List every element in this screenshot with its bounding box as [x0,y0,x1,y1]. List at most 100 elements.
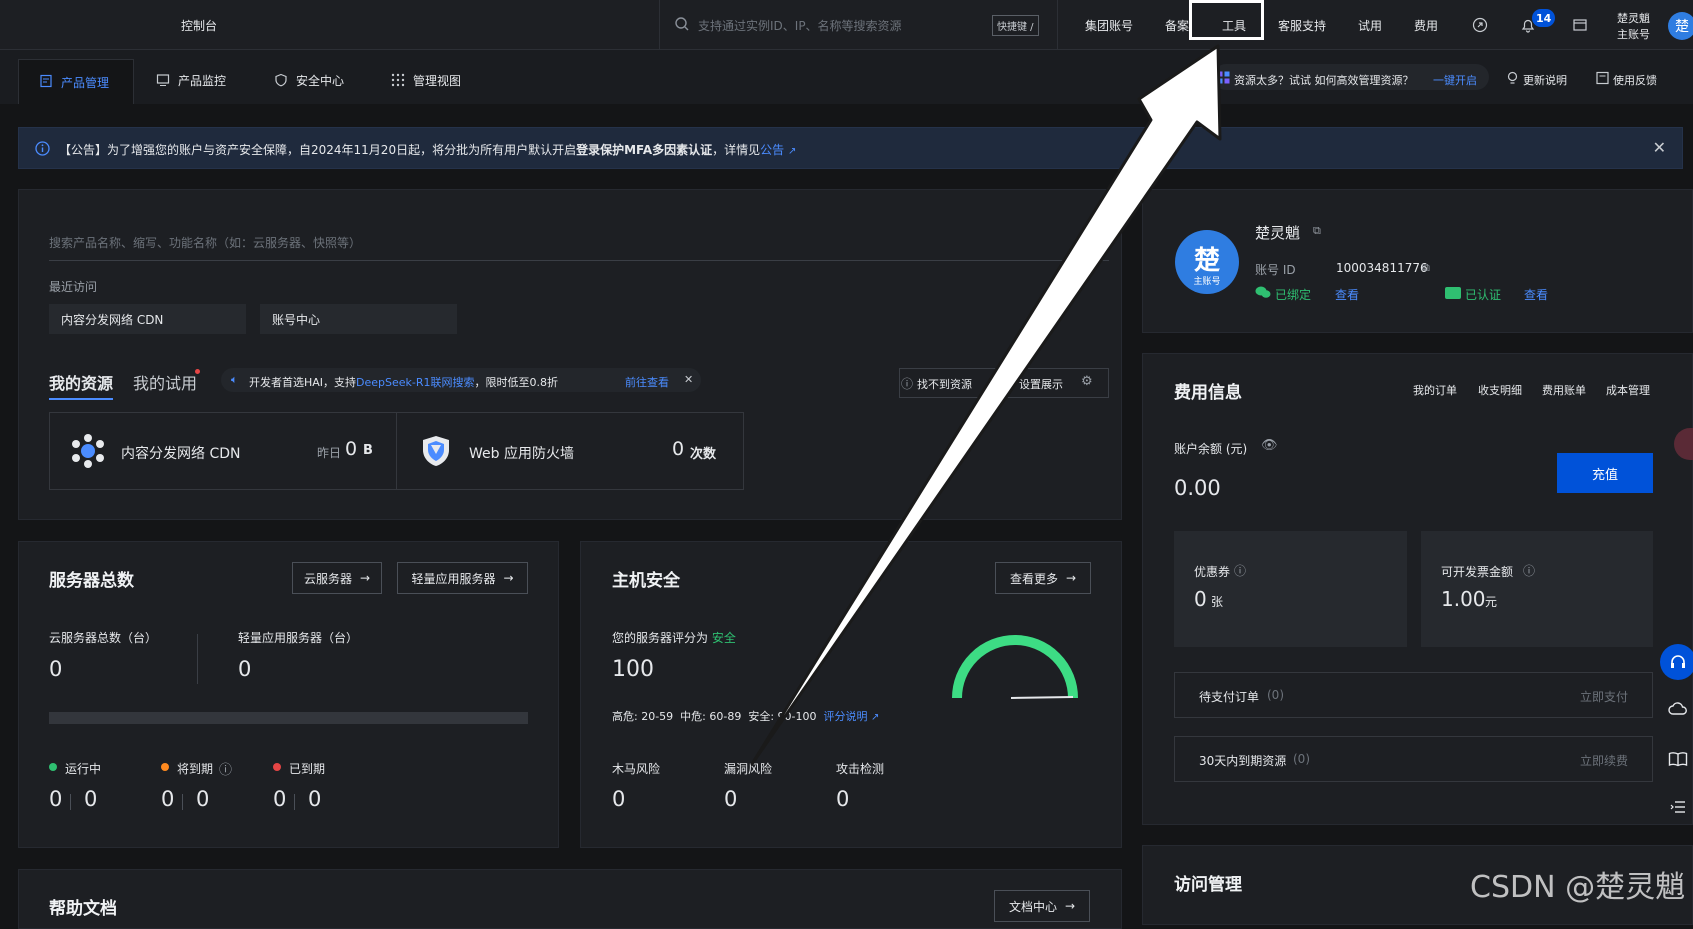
tab-security-center[interactable]: 安全中心 [296,72,344,89]
wechat-view-link[interactable]: 查看 [1335,286,1359,303]
tab-management-view[interactable]: 管理视图 [413,72,461,89]
nav-group-account[interactable]: 集团账号 [1085,17,1133,34]
cost-management-link[interactable]: 成本管理 [1606,382,1650,398]
view-more-button[interactable]: 查看更多 → [995,562,1091,594]
status-dot [49,763,57,771]
status-dot [161,763,169,771]
section-title: 访问管理 [1174,875,1242,895]
account-id-value: 100034811776 [1336,261,1428,275]
message-icon[interactable] [1572,17,1588,33]
renew-now-link[interactable]: 立即续费 [1580,752,1628,769]
bills-link[interactable]: 费用账单 [1542,382,1586,398]
global-search-input[interactable]: 支持通过实例ID、IP、名称等搜索资源 [698,17,902,34]
close-icon[interactable]: ✕ [1077,276,1087,290]
avatar[interactable]: 楚 [1668,12,1693,40]
cvm-count-label: 云服务器总数（台） [49,631,158,645]
recent-item[interactable]: 账号中心 [260,304,457,334]
close-icon[interactable]: ✕ [684,373,693,386]
feedback-link[interactable]: 使用反馈 [1613,72,1657,88]
coupon-card[interactable]: 优惠券 ⓘ 0 张 [1174,531,1407,647]
score-gauge [949,626,1081,706]
headset-icon[interactable] [1660,644,1693,680]
nav-trial[interactable]: 试用 [1358,17,1382,34]
doc-center-button[interactable]: 文档中心 → [994,890,1090,922]
copy-icon[interactable]: ⧉ [1313,224,1321,238]
not-found-link[interactable]: 找不到资源 [917,376,972,392]
nav-filing[interactable]: 备案 [1165,17,1189,34]
resource-card-name: 内容分发网络 CDN [121,446,241,462]
book-icon[interactable] [1668,751,1688,767]
avatar: 楚 主账号 [1175,230,1239,294]
nav-support[interactable]: 客服支持 [1278,17,1326,34]
help-circle-icon[interactable]: ⓘ [1523,562,1535,579]
score-help-link[interactable]: 评分说明 [823,710,867,723]
my-orders-link[interactable]: 我的订单 [1413,382,1457,398]
id-card-icon [1445,287,1461,299]
invoice-unit: 元 [1485,595,1498,609]
gear-icon[interactable]: ⚙ [1081,374,1093,389]
pay-now-link[interactable]: 立即支付 [1580,688,1628,705]
user-name[interactable]: 楚灵魈 [1617,10,1650,26]
shortcut-badge: 快捷键 / [992,15,1039,36]
risk-label: 漏洞风险 [724,762,773,776]
verified-view-link[interactable]: 查看 [1524,286,1548,303]
tab-product-monitor[interactable]: 产品监控 [178,72,226,89]
monitor-icon [156,73,170,87]
cvm-button[interactable]: 云服务器 → [292,562,382,594]
user-role: 主账号 [1617,28,1650,41]
nav-billing[interactable]: 费用 [1414,17,1438,34]
hai-promo-suffix: ，限时低至0.8折 [474,376,559,389]
copy-icon[interactable]: ⧉ [1422,261,1430,275]
resource-card-cdn[interactable]: 内容分发网络 CDN 昨日 0 B [49,412,397,490]
console-title[interactable]: 控制台 [181,17,217,34]
divider [182,794,183,810]
recent-item-label: 账号中心 [272,312,321,327]
tab-my-resources[interactable]: 我的资源 [49,370,113,394]
expiring-resources-row[interactable]: 30天内到期资源 (0) 立即续费 [1174,736,1653,782]
hai-promo-link[interactable]: 前往查看 [625,374,669,390]
view-more-label: 查看更多 [1009,571,1058,586]
invoice-card[interactable]: 可开发票金额 ⓘ 1.00 元 [1421,531,1653,647]
cvm-count-value: 0 [49,657,63,681]
recharge-button[interactable]: 充值 [1557,453,1653,493]
transactions-link[interactable]: 收支明细 [1478,382,1522,398]
eye-icon[interactable]: 👁︎ [1261,438,1278,453]
close-icon[interactable]: ✕ [1653,138,1666,157]
coupon-label: 优惠券 [1194,565,1231,579]
arrow-right-icon: → [1064,899,1076,913]
arrow-right-icon: → [359,571,371,585]
section-title: 主机安全 [612,571,680,591]
nav-tools[interactable]: 工具 [1222,17,1246,34]
products-panel: 搜索产品名称、缩写、功能名称（如：云服务器、快照等） ✕ 最近访问 内容分发网络… [18,189,1122,520]
servers-panel: 服务器总数 云服务器 → 轻量应用服务器 → 云服务器总数（台） 0 轻量应用服务器… [18,541,559,848]
external-link-icon: ↗ [870,712,880,723]
hai-promo-text: 开发者首选HAI，支持DeepSeek-R1联网搜索，限时低至0.8折 [249,374,558,390]
promo-enable-link[interactable]: 一键开启 [1433,72,1477,88]
display-settings-link[interactable]: 设置展示 [1019,376,1063,392]
verified-status: 已认证 [1465,288,1502,302]
shield-icon [274,73,288,87]
pending-orders-row[interactable]: 待支付订单 (0) 立即支付 [1174,672,1653,718]
announcement-link[interactable]: 公告 [760,143,784,157]
coupon-value: 0 [1194,587,1207,611]
announcement-banner: 【公告】为了增强您的账户与资产安全保障，自2024年11月20日起，将分批为所有… [18,127,1683,169]
lighthouse-button[interactable]: 轻量应用服务器 → [397,562,528,594]
recent-item[interactable]: 内容分发网络 CDN [49,304,246,334]
resource-card-value: 0 [672,438,685,460]
notification-badge: 14 [1532,9,1556,27]
recharge-label: 充值 [1591,467,1618,483]
help-circle-icon[interactable]: ⓘ [1234,562,1246,579]
tab-product-management[interactable]: 产品管理 [18,59,134,104]
info-icon [35,141,50,156]
waf-shield-icon [419,434,453,468]
updates-link[interactable]: 更新说明 [1523,72,1567,88]
menu-collapse-icon[interactable] [1670,800,1686,814]
help-circle-icon[interactable]: ⓘ [219,759,232,778]
product-search-input[interactable]: 搜索产品名称、缩写、功能名称（如：云服务器、快照等） [49,234,361,251]
tab-my-trials[interactable]: 我的试用 [133,370,197,394]
link-icon[interactable] [1472,17,1488,33]
cloud-icon[interactable] [1668,701,1688,717]
resource-card-waf[interactable]: Web 应用防火墙 0 次数 [397,412,744,490]
apps-icon [1217,71,1230,84]
divider [197,634,198,684]
